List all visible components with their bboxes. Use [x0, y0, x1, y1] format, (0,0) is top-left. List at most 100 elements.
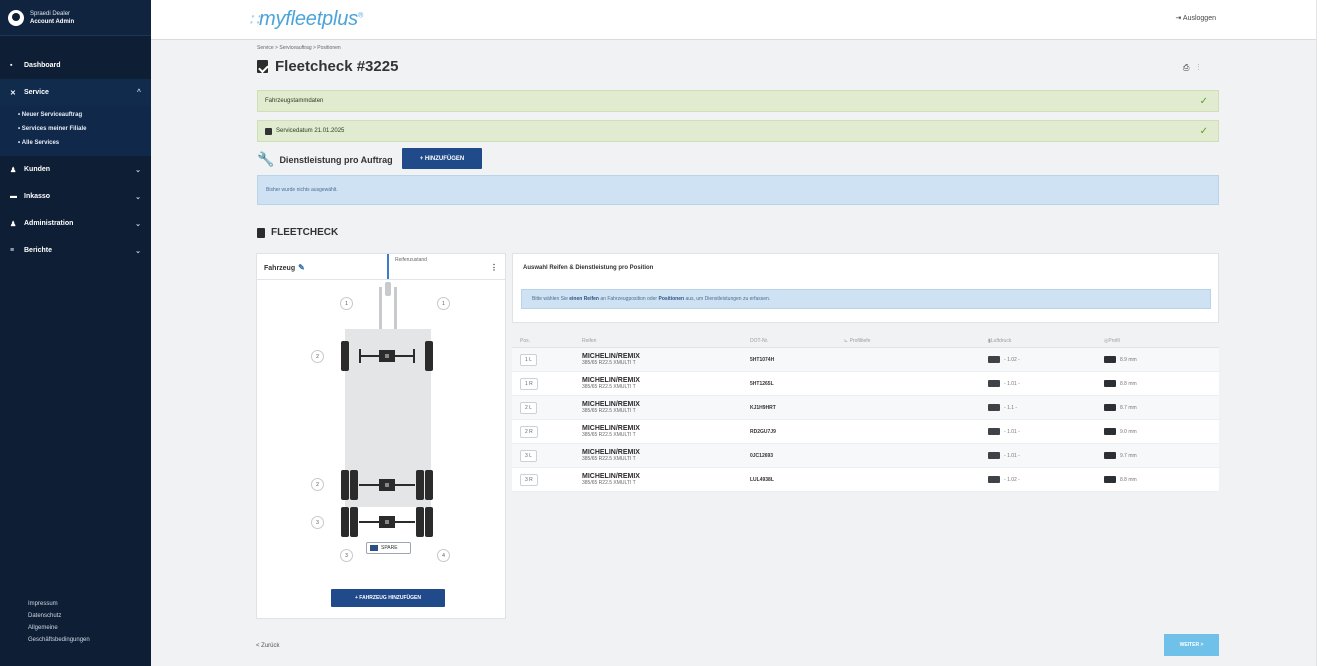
edit-icon[interactable]: ✎ — [298, 263, 305, 272]
tire-dimension: 385/65 R22.5 XMULTI T — [582, 456, 636, 462]
sidebar-subitem-branch-services[interactable]: • Services meiner Filiale — [0, 122, 151, 136]
pressure-value: - 1.02 - — [1004, 356, 1020, 363]
tow-bar — [379, 287, 397, 329]
tire-rear2-right-outer[interactable] — [425, 507, 433, 537]
position-badge[interactable]: 1 L — [520, 353, 537, 366]
tab-vehicle[interactable]: Fahrzeug ✎ — [257, 254, 387, 279]
position-marker[interactable]: 3 — [340, 549, 353, 562]
position-badge[interactable]: 2 R — [520, 425, 538, 438]
position-badge[interactable]: 3 L — [520, 449, 537, 462]
more-icon[interactable]: ⋮ — [490, 263, 498, 272]
user-profile[interactable]: Spraedi Dealer Account Admin — [0, 0, 151, 36]
link-agb-line2[interactable]: Geschäftsbedingungen — [28, 634, 90, 646]
table-row[interactable]: 3 R MICHELIN/REMIX 385/65 R22.5 XMULTI T LU… — [512, 468, 1219, 492]
table-row[interactable]: 2 L MICHELIN/REMIX 385/65 R22.5 XMULTI T KJ… — [512, 396, 1219, 420]
sidebar-footer-links: Impressum Datenschutz Allgemeine Geschäf… — [28, 598, 90, 646]
tire-rear2-right-inner[interactable] — [416, 507, 424, 537]
tire-front-left[interactable] — [341, 341, 349, 371]
sidebar-item-kunden[interactable]: ♟ Kunden ⌄ — [0, 156, 151, 183]
group-icon: ♟ — [10, 220, 17, 228]
sidebar-item-dashboard[interactable]: ▪ Dashboard — [0, 52, 151, 79]
breadcrumb[interactable]: Service > Serviceauftrag > Positionen — [257, 45, 341, 51]
axle-front[interactable] — [341, 341, 433, 371]
more-icon[interactable]: ⋮ — [1197, 63, 1207, 72]
dot-number: LUL4938L — [750, 476, 774, 483]
position-badge[interactable]: 3 R — [520, 473, 538, 486]
logout-icon: ⇥ — [1175, 15, 1183, 22]
clipboard-check-icon — [257, 60, 268, 73]
sidebar-item-label: Berichte — [24, 247, 53, 254]
sidebar-subitem-new-order[interactable]: • Neuer Serviceauftrag — [0, 108, 151, 122]
tire-rear1-right-inner[interactable] — [416, 470, 424, 500]
pressure-icon — [988, 356, 1000, 363]
sidebar-item-label: Administration — [24, 220, 74, 227]
position-marker[interactable]: 1 — [340, 297, 353, 310]
calendar-icon — [265, 127, 272, 135]
position-badge[interactable]: 1 R — [520, 377, 538, 390]
vehicle-data-alert[interactable]: Fahrzeugstammdaten ✓ — [257, 90, 1219, 112]
pressure-value: - 1.01 - — [1004, 452, 1020, 459]
app-logo[interactable]: ∷myfleetplus® — [249, 8, 363, 31]
axle-label: 2 — [311, 478, 324, 491]
service-info-message: Bisher wurde nichts ausgewählt. — [257, 175, 1219, 205]
pressure-value: - 1.01 - — [1004, 380, 1020, 387]
topbar: ∷myfleetplus® ⇥ Ausloggen — [151, 0, 1326, 40]
print-icon[interactable]: ⎙ — [1183, 63, 1197, 72]
wrench-icon: ✕ — [10, 89, 16, 97]
check-icon: ✓ — [1199, 95, 1208, 107]
table-row[interactable]: 2 R MICHELIN/REMIX 385/65 R22.5 XMULTI T RD… — [512, 420, 1219, 444]
tire-rear2-left-inner[interactable] — [350, 507, 358, 537]
tire-rear2-left-outer[interactable] — [341, 507, 349, 537]
chevron-up-icon: ^ — [136, 89, 141, 96]
table-header: Pos. Reifen DOT-Nr. ⊾ Profiltiefe ▮ Luft… — [512, 334, 1219, 348]
add-service-button[interactable]: + HINZUFÜGEN — [402, 148, 482, 169]
sidebar-subitem-all-services[interactable]: • Alle Services — [0, 136, 151, 150]
position-marker[interactable]: 4 — [437, 549, 450, 562]
tread-depth-value: 8.8 mm — [1120, 380, 1137, 387]
tread-depth-value: 8.9 mm — [1120, 356, 1137, 363]
link-agb-line1[interactable]: Allgemeine — [28, 622, 90, 634]
position-marker[interactable]: 1 — [437, 297, 450, 310]
tire-dimension: 385/65 R22.5 XMULTI T — [582, 480, 636, 486]
tire-front-right[interactable] — [425, 341, 433, 371]
tire-rear1-left-outer[interactable] — [341, 470, 349, 500]
sidebar-item-label: Kunden — [24, 166, 51, 173]
table-row[interactable]: 1 L MICHELIN/REMIX 385/65 R22.5 XMULTI T 5H… — [512, 348, 1219, 372]
table-row[interactable]: 3 L MICHELIN/REMIX 385/65 R22.5 XMULTI T 0J… — [512, 444, 1219, 468]
tread-depth-value: 9.7 mm — [1120, 452, 1137, 459]
tire-rear1-right-outer[interactable] — [425, 470, 433, 500]
add-vehicle-button[interactable]: + FAHRZEUG HINZUFÜGEN — [331, 589, 445, 607]
pressure-value: - 1.01 - — [1004, 428, 1020, 435]
position-badge[interactable]: 2 L — [520, 401, 537, 414]
next-button[interactable]: WEITER > — [1164, 634, 1219, 656]
back-link[interactable]: < Zurück — [256, 643, 280, 649]
chevron-down-icon: ⌄ — [135, 220, 141, 228]
service-date-alert[interactable]: Servicedatum 21.01.2025 ✓ — [257, 120, 1219, 142]
tire-rear1-left-inner[interactable] — [350, 470, 358, 500]
tread-depth-value: 8.7 mm — [1120, 404, 1137, 411]
pressure-icon — [988, 428, 1000, 435]
link-datenschutz[interactable]: Datenschutz — [28, 610, 90, 622]
spare-tire-button[interactable]: SPARE — [366, 542, 411, 554]
dot-number: 5HT1074H — [750, 356, 775, 363]
tab-tire-condition[interactable]: Reifenzustand ⋮ — [387, 254, 505, 279]
link-impressum[interactable]: Impressum — [28, 598, 90, 610]
tire-panel-title: Auswahl Reifen & Dienstleistung pro Posi… — [523, 265, 654, 271]
chevron-down-icon: ⌄ — [135, 166, 141, 174]
table-row[interactable]: 1 R MICHELIN/REMIX 385/65 R22.5 XMULTI T 5H… — [512, 372, 1219, 396]
tread-depth-icon — [1104, 476, 1116, 483]
logout-button[interactable]: ⇥ Ausloggen — [1175, 14, 1216, 22]
axle-rear-2[interactable] — [341, 507, 433, 537]
dot-number: KJ1H9HRT — [750, 404, 776, 411]
sidebar-item-service[interactable]: ✕ Service ^ — [0, 79, 151, 106]
pressure-icon — [988, 452, 1000, 459]
tire-dimension: 385/65 R22.5 XMULTI T — [582, 432, 636, 438]
sidebar-item-label: Service — [24, 89, 49, 96]
pressure-value: - 1.1 - — [1004, 404, 1018, 411]
axle-rear-1[interactable] — [341, 470, 433, 500]
sidebar-item-berichte[interactable]: ≡ Berichte ⌄ — [0, 237, 151, 264]
tire-icon — [370, 545, 378, 551]
grid-icon: ▪ — [10, 62, 13, 69]
sidebar-item-inkasso[interactable]: ▬ Inkasso ⌄ — [0, 183, 151, 210]
sidebar-item-administration[interactable]: ♟ Administration ⌄ — [0, 210, 151, 237]
